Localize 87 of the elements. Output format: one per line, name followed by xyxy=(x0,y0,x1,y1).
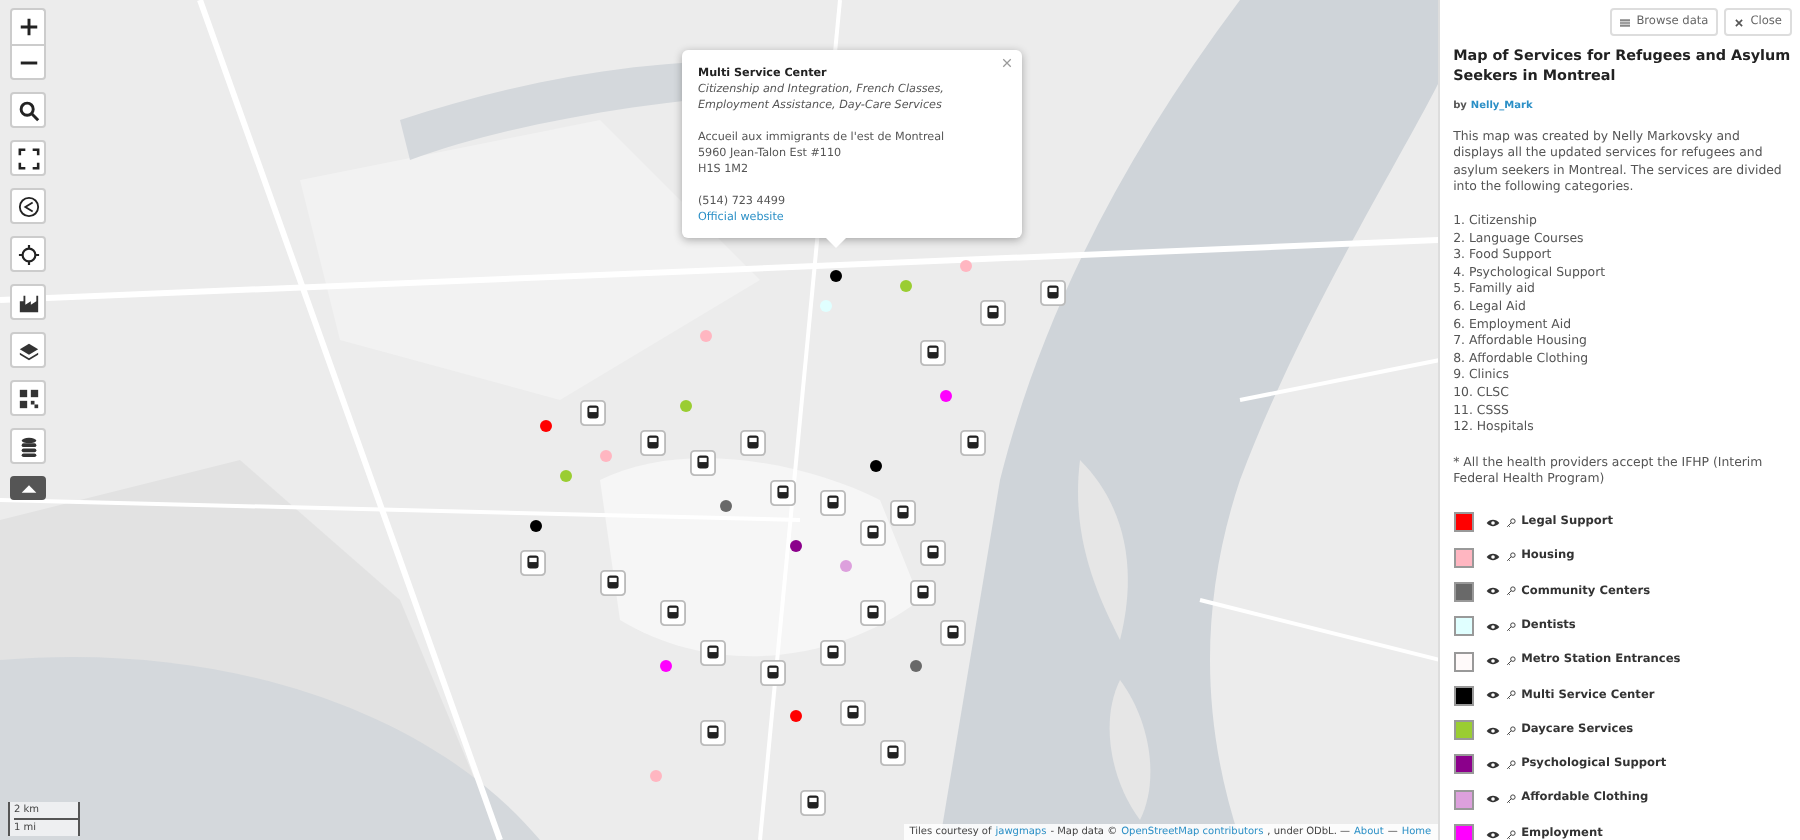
search-button[interactable] xyxy=(10,92,46,128)
transit-marker[interactable] xyxy=(770,480,796,506)
map-marker[interactable] xyxy=(560,470,572,482)
transit-marker[interactable] xyxy=(920,540,946,566)
key-icon[interactable] xyxy=(1505,725,1516,736)
grid-icon xyxy=(17,387,39,409)
map-marker[interactable] xyxy=(540,420,552,432)
eye-icon[interactable] xyxy=(1485,759,1500,770)
map-marker[interactable] xyxy=(720,500,732,512)
close-icon xyxy=(1734,17,1745,27)
factory-button[interactable] xyxy=(10,284,46,320)
key-icon[interactable] xyxy=(1505,517,1516,528)
transit-marker[interactable] xyxy=(760,660,786,686)
map-marker[interactable] xyxy=(870,460,882,472)
transit-marker[interactable] xyxy=(800,790,826,816)
transit-marker[interactable] xyxy=(600,570,626,596)
eye-icon[interactable] xyxy=(1485,829,1500,840)
key-icon[interactable] xyxy=(1505,656,1516,667)
zoom-out-button[interactable] xyxy=(10,44,46,80)
key-icon[interactable] xyxy=(1505,552,1516,563)
transit-marker[interactable] xyxy=(640,430,666,456)
database-icon xyxy=(17,435,39,457)
close-icon[interactable] xyxy=(1002,58,1012,68)
transit-marker[interactable] xyxy=(860,520,886,546)
map-marker[interactable] xyxy=(960,260,972,272)
transit-marker[interactable] xyxy=(960,430,986,456)
transit-marker[interactable] xyxy=(700,640,726,666)
fullscreen-button[interactable] xyxy=(10,140,46,176)
database-button[interactable] xyxy=(10,428,46,464)
layers-button[interactable] xyxy=(10,332,46,368)
transit-marker[interactable] xyxy=(940,620,966,646)
transit-marker[interactable] xyxy=(980,300,1006,326)
map-marker[interactable] xyxy=(840,560,852,572)
eye-icon[interactable] xyxy=(1485,621,1500,632)
map-marker[interactable] xyxy=(650,770,662,782)
fullscreen-icon xyxy=(17,147,39,169)
map-marker[interactable] xyxy=(830,270,842,282)
transit-marker[interactable] xyxy=(700,720,726,746)
transit-marker[interactable] xyxy=(840,700,866,726)
eye-icon[interactable] xyxy=(1485,517,1500,528)
map-marker[interactable] xyxy=(790,710,802,722)
zoom-in-icon xyxy=(17,16,39,38)
search-icon xyxy=(17,99,39,121)
map-marker[interactable] xyxy=(910,660,922,672)
key-icon[interactable] xyxy=(1505,586,1516,597)
transit-marker[interactable] xyxy=(740,430,766,456)
table-icon xyxy=(1620,17,1631,27)
transit-marker[interactable] xyxy=(890,500,916,526)
transit-marker[interactable] xyxy=(820,640,846,666)
factory-icon xyxy=(17,291,39,313)
transit-marker[interactable] xyxy=(690,450,716,476)
grid-button[interactable] xyxy=(10,380,46,416)
key-icon[interactable] xyxy=(1505,794,1516,805)
transit-marker[interactable] xyxy=(920,340,946,366)
transit-marker[interactable] xyxy=(880,740,906,766)
share-button[interactable] xyxy=(10,188,46,224)
transit-marker[interactable] xyxy=(820,490,846,516)
transit-marker[interactable] xyxy=(580,400,606,426)
zoom-in-button[interactable] xyxy=(10,8,46,44)
locate-button[interactable] xyxy=(10,236,46,272)
layers-icon xyxy=(17,339,39,361)
eye-icon[interactable] xyxy=(1485,586,1500,597)
map-marker[interactable] xyxy=(600,450,612,462)
map-marker[interactable] xyxy=(530,520,542,532)
transit-marker[interactable] xyxy=(1040,280,1066,306)
eye-icon[interactable] xyxy=(1485,794,1500,805)
eye-icon[interactable] xyxy=(1485,690,1500,701)
map-marker[interactable] xyxy=(700,330,712,342)
map-marker[interactable] xyxy=(790,540,802,552)
key-icon[interactable] xyxy=(1505,621,1516,632)
map-marker[interactable] xyxy=(900,280,912,292)
transit-marker[interactable] xyxy=(660,600,686,626)
map-marker[interactable] xyxy=(680,400,692,412)
transit-marker[interactable] xyxy=(860,600,886,626)
key-icon[interactable] xyxy=(1505,690,1516,701)
eye-icon[interactable] xyxy=(1485,656,1500,667)
collapse-button[interactable] xyxy=(10,476,46,500)
eye-icon[interactable] xyxy=(1485,725,1500,736)
locate-icon xyxy=(17,243,39,265)
transit-marker[interactable] xyxy=(910,580,936,606)
key-icon[interactable] xyxy=(1505,829,1516,840)
share-icon xyxy=(17,195,39,217)
eye-icon[interactable] xyxy=(1485,552,1500,563)
key-icon[interactable] xyxy=(1505,759,1516,770)
transit-marker[interactable] xyxy=(520,550,546,576)
map-marker[interactable] xyxy=(660,660,672,672)
map-marker[interactable] xyxy=(940,390,952,402)
